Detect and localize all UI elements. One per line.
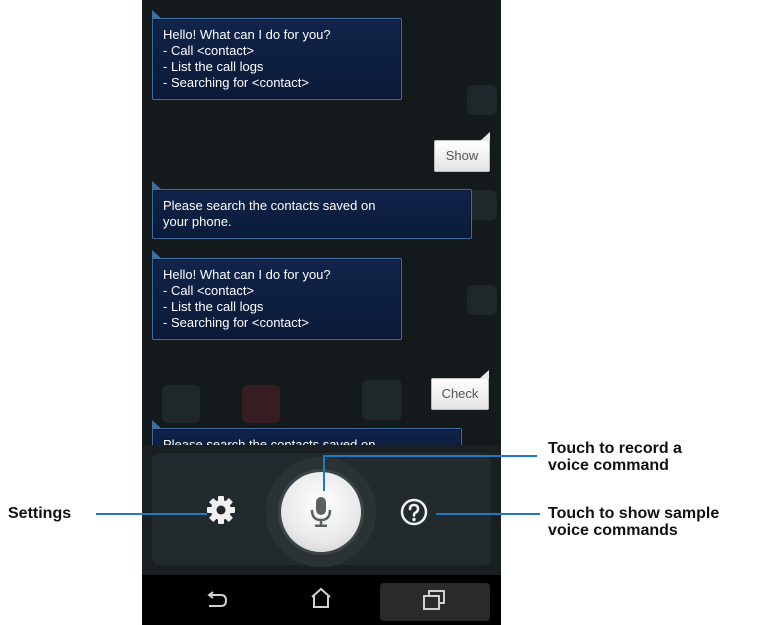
- callout-text-line: voice commands: [548, 522, 678, 539]
- record-voice-button[interactable]: [281, 472, 361, 552]
- samples-callout-line: [436, 513, 540, 515]
- message-text: Check: [441, 386, 479, 401]
- message-line: your phone.: [163, 214, 232, 229]
- message-line: - List the call logs: [163, 59, 264, 74]
- recent-apps-icon: [423, 590, 445, 610]
- record-callout-line-vertical: [323, 455, 325, 491]
- user-message: Check: [431, 370, 489, 410]
- message-line: Please search the contacts saved on: [163, 437, 376, 445]
- back-arrow-icon: [207, 591, 228, 607]
- home-button[interactable]: [309, 587, 333, 614]
- assistant-message: Please search the contacts saved on: [152, 420, 462, 445]
- recent-apps-button[interactable]: [422, 589, 446, 616]
- message-line: Please search the contacts saved on: [163, 198, 376, 213]
- back-button[interactable]: [206, 591, 228, 614]
- voice-control-bar: [142, 445, 501, 575]
- settings-callout-label: Settings: [8, 505, 72, 522]
- gear-icon: [207, 496, 235, 524]
- android-navigation-bar: [142, 575, 501, 625]
- user-message: Show: [434, 132, 490, 172]
- message-line: - Call <contact>: [163, 43, 255, 58]
- samples-callout-label: Touch to show sample voice commands: [548, 505, 719, 539]
- message-line: Hello! What can I do for you?: [163, 27, 331, 42]
- callout-text-line: Touch to show sample: [548, 505, 720, 522]
- callout-text-line: Touch to record a: [548, 440, 682, 457]
- record-callout-line-horizontal: [323, 455, 537, 457]
- message-line: - Call <contact>: [163, 283, 255, 298]
- message-line: - Searching for <contact>: [163, 315, 309, 330]
- message-line: - List the call logs: [163, 299, 264, 314]
- home-icon: [311, 587, 331, 608]
- callout-text-line: voice command: [548, 457, 669, 474]
- assistant-message: Hello! What can I do for you? - Call <co…: [152, 10, 402, 100]
- assistant-message: Hello! What can I do for you? - Call <co…: [152, 250, 402, 340]
- message-line: - Searching for <contact>: [163, 75, 309, 90]
- help-button[interactable]: [400, 498, 428, 531]
- message-line: Hello! What can I do for you?: [163, 267, 331, 282]
- question-mark-icon: [400, 498, 428, 526]
- settings-callout-line: [96, 513, 207, 515]
- settings-button[interactable]: [206, 495, 236, 530]
- record-callout-label: Touch to record a voice command: [548, 440, 682, 474]
- assistant-message: Please search the contacts saved on your…: [152, 181, 472, 239]
- microphone-icon: [310, 497, 332, 527]
- conversation-log: Hello! What can I do for you? - Call <co…: [142, 0, 501, 445]
- phone-screen: Hello! What can I do for you? - Call <co…: [142, 0, 501, 625]
- message-text: Show: [445, 148, 479, 163]
